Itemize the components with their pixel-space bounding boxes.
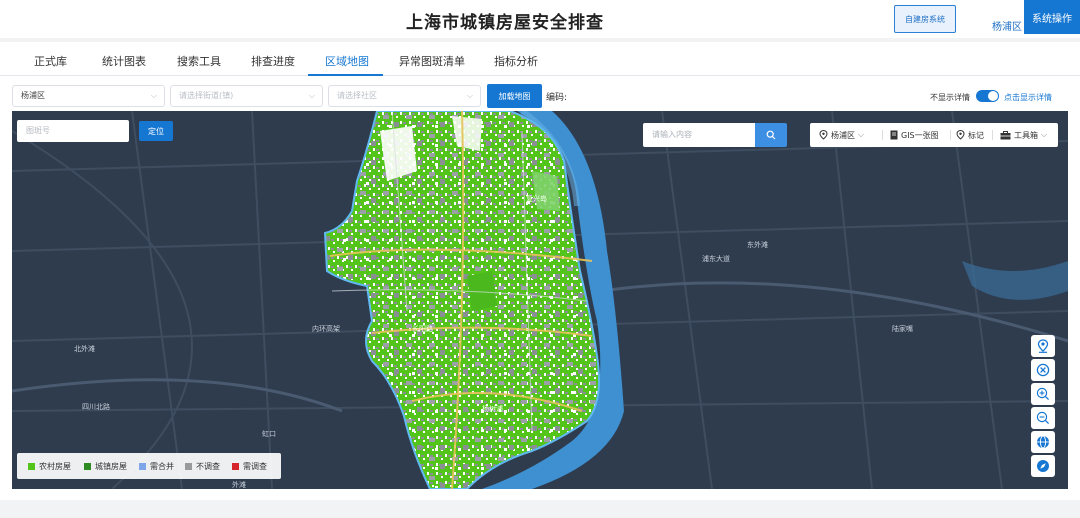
place-label: 浦东大道 [702, 254, 730, 263]
legend-label: 农村房屋 [39, 461, 71, 471]
gis-map-label: GIS一张图 [901, 130, 939, 140]
tab-abnormal-parcels[interactable]: 异常图斑清单 [399, 53, 465, 69]
place-label: 北外滩 [74, 344, 95, 353]
legend-swatch [139, 462, 146, 470]
tab-bar: 正式库 统计图表 搜索工具 排查进度 区域地图 异常图斑清单 指标分析 [0, 42, 1080, 76]
divider [992, 130, 993, 140]
tab-progress[interactable]: 排查进度 [251, 53, 295, 69]
place-label: 复兴岛 [526, 194, 547, 203]
legend-label: 需合并 [150, 461, 174, 471]
hide-details-label: 不显示详情 [930, 93, 970, 102]
show-details-link[interactable]: 点击显示详情 [1004, 92, 1052, 103]
place-label: 长阳路 [412, 324, 433, 333]
self-built-system-button[interactable]: 自建房系统 [894, 5, 956, 33]
locate-pin-button[interactable] [1031, 335, 1055, 357]
toolbar-district-label: 杨浦区 [831, 130, 855, 140]
toggle-knob [988, 91, 998, 101]
map-legend: 农村房屋 城镇房屋 需合并 不调查 需调查 [17, 453, 281, 479]
zoom-out-icon [1036, 411, 1050, 425]
parcel-number-input[interactable]: 图斑号 [17, 120, 129, 142]
district-map[interactable]: 虹口 内环高架 东外滩 浦东大道 四川北路 外滩 北外滩 陆家嘴 长阳路 杨树浦… [12, 111, 1068, 489]
toolbox-icon [1000, 130, 1011, 139]
current-district-link[interactable]: 杨浦区 [992, 18, 1022, 33]
tab-formal-library[interactable]: 正式库 [34, 53, 67, 69]
divider [882, 130, 883, 140]
toolbar-district-dropdown[interactable]: 杨浦区 ⌵ [819, 123, 864, 147]
map-pin-icon [819, 130, 828, 140]
clear-button[interactable] [1031, 359, 1055, 381]
mark-label: 标记 [968, 130, 984, 140]
zoom-in-icon [1036, 387, 1050, 401]
compass-icon [1037, 460, 1049, 472]
toolbox-label: 工具箱 [1014, 130, 1038, 140]
gis-map-button[interactable]: GIS一张图 [890, 123, 939, 147]
chevron-down-icon: ⌵ [466, 91, 473, 100]
zoom-out-button[interactable] [1031, 407, 1055, 429]
search-icon [766, 130, 776, 140]
place-label: 四川北路 [82, 402, 110, 411]
tab-statistics-charts[interactable]: 统计图表 [102, 53, 146, 69]
legend-swatch [232, 462, 239, 470]
map-search-button[interactable] [755, 123, 787, 147]
divider [950, 130, 951, 140]
legend-label: 需调查 [243, 461, 267, 471]
tab-area-map[interactable]: 区域地图 [325, 53, 369, 69]
chevron-down-icon: ⌵ [308, 91, 315, 100]
legend-swatch [185, 462, 192, 470]
mark-button[interactable]: 标记 [956, 123, 984, 147]
legend-item: 需合并 [139, 453, 174, 479]
map-search-input[interactable]: 请输入内容 [643, 123, 756, 147]
page-title: 上海市城镇房屋安全排查 [406, 13, 604, 33]
locate-pin-icon [1037, 339, 1049, 353]
legend-label: 不调查 [196, 461, 220, 471]
place-label: 陆家嘴 [892, 324, 913, 333]
legend-swatch [84, 462, 91, 470]
place-label: 内环高架 [312, 324, 340, 333]
legend-label: 城镇房屋 [95, 461, 127, 471]
clear-circle-icon [1036, 363, 1050, 377]
document-icon [890, 130, 898, 140]
community-select[interactable]: 请选择社区 ⌵ [328, 85, 481, 107]
load-map-button[interactable]: 加载地图 [487, 84, 542, 108]
code-label: 编码: [546, 93, 568, 103]
toolbox-dropdown[interactable]: 工具箱 ⌵ [1000, 123, 1047, 147]
chevron-down-icon: ⌵ [858, 130, 865, 139]
app-header: 上海市城镇房屋安全排查 自建房系统 杨浦区 系统操作 [0, 0, 1080, 38]
map-toolbar: 杨浦区 ⌵ GIS一张图 标记 工具箱 ⌵ [810, 123, 1058, 147]
map-pin-icon [956, 130, 965, 140]
globe-button[interactable] [1031, 431, 1055, 453]
place-label: 杨树浦 [482, 404, 503, 413]
place-label: 东外滩 [747, 240, 768, 249]
details-toggle-switch[interactable] [976, 90, 999, 102]
street-select[interactable]: 请选择街道(镇) ⌵ [170, 85, 323, 107]
place-label: 外滩 [232, 480, 246, 489]
legend-swatch [28, 462, 35, 470]
compass-button[interactable] [1031, 455, 1055, 477]
globe-icon [1037, 435, 1049, 449]
zoom-in-button[interactable] [1031, 383, 1055, 405]
chevron-down-icon: ⌵ [1041, 130, 1048, 139]
chevron-down-icon: ⌵ [150, 91, 157, 100]
street-select-placeholder: 请选择街道(镇) [179, 91, 234, 100]
map-canvas: 虹口 内环高架 东外滩 浦东大道 四川北路 外滩 北外滩 陆家嘴 长阳路 杨树浦… [12, 111, 1068, 489]
legend-item: 农村房屋 [28, 453, 71, 479]
legend-item: 需调查 [232, 453, 267, 479]
locate-button[interactable]: 定位 [139, 121, 173, 141]
active-tab-indicator [308, 74, 383, 76]
legend-item: 不调查 [185, 453, 220, 479]
tab-indicator-analysis[interactable]: 指标分析 [494, 53, 538, 69]
district-select-value: 杨浦区 [21, 91, 45, 100]
tab-search-tools[interactable]: 搜索工具 [177, 53, 221, 69]
district-select[interactable]: 杨浦区 ⌵ [12, 85, 165, 107]
community-select-placeholder: 请选择社区 [337, 91, 377, 100]
legend-item: 城镇房屋 [84, 453, 127, 479]
system-operations-button[interactable]: 系统操作 [1024, 0, 1080, 34]
place-label: 虹口 [262, 429, 276, 438]
